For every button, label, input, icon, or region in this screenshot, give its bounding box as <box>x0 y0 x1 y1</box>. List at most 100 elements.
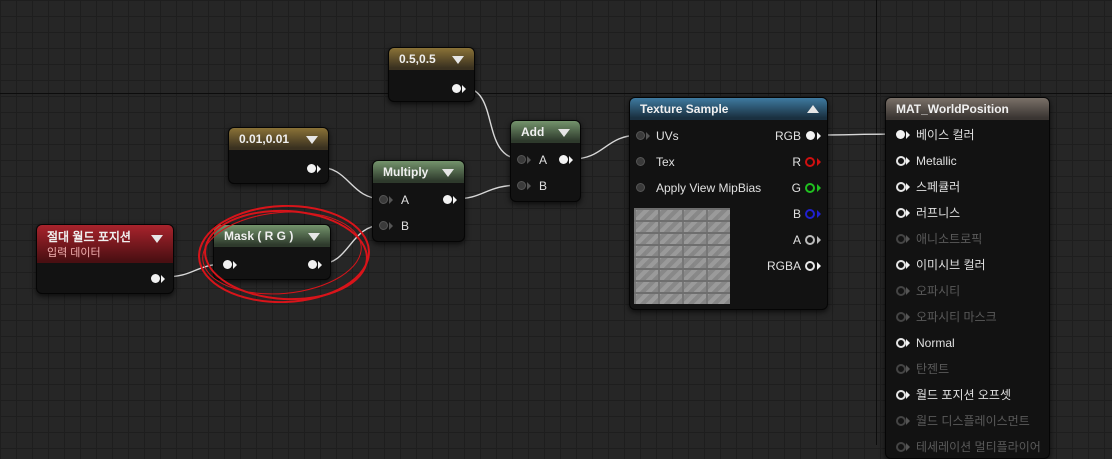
material-input-pin[interactable] <box>896 416 906 426</box>
input-pin-mipbias[interactable] <box>636 183 645 192</box>
pin-label: RGBA <box>766 259 801 273</box>
texture-sample-node[interactable]: Texture Sample UVs Tex Apply View MipBia… <box>629 97 828 310</box>
output-pin-rgba[interactable] <box>805 261 815 271</box>
pin-label: A <box>539 153 548 167</box>
output-arrow-icon <box>817 184 821 192</box>
material-input-pin[interactable] <box>896 130 905 139</box>
output-row-g[interactable]: G <box>739 181 821 195</box>
constant-node-small[interactable]: 0.01,0.01 <box>228 127 329 184</box>
material-input-pin[interactable] <box>896 182 906 192</box>
multiply-node[interactable]: Multiply A B <box>372 160 465 242</box>
input-arrow-icon <box>906 235 910 243</box>
output-arrow-icon <box>817 158 821 166</box>
node-header[interactable]: Multiply <box>373 161 464 183</box>
material-input-pin[interactable] <box>896 364 906 374</box>
pin-label: A <box>792 233 801 247</box>
output-pin[interactable] <box>452 84 461 93</box>
input-arrow-icon <box>906 131 910 139</box>
pin-label: 오파시티 마스크 <box>916 310 997 324</box>
output-row-rgb[interactable]: RGB <box>739 129 821 143</box>
output-row-b[interactable]: B <box>739 207 821 221</box>
pin-label: R <box>792 155 801 169</box>
input-arrow-icon <box>389 196 393 204</box>
input-arrow-icon <box>906 183 910 191</box>
input-pin-b[interactable] <box>517 181 526 190</box>
material-input-pin[interactable] <box>896 312 906 322</box>
material-input-pin[interactable] <box>896 208 906 218</box>
input-arrow-icon <box>906 417 910 425</box>
output-arrow-icon <box>817 132 821 140</box>
collapse-arrow-icon[interactable] <box>442 169 454 177</box>
output-pin-a[interactable] <box>805 235 815 245</box>
node-title: MAT_WorldPosition <box>896 102 1009 116</box>
collapse-arrow-icon[interactable] <box>558 129 570 137</box>
node-header[interactable]: MAT_WorldPosition <box>886 98 1049 120</box>
node-header[interactable]: 0.01,0.01 <box>229 128 328 150</box>
input-arrow-icon <box>906 339 910 347</box>
output-row-r[interactable]: R <box>739 155 821 169</box>
pin-label: Tex <box>656 155 675 169</box>
output-pin[interactable] <box>307 164 316 173</box>
output-arrow-icon <box>569 156 573 164</box>
output-arrow-icon <box>817 236 821 244</box>
input-pin-uvs[interactable] <box>636 131 645 140</box>
collapse-arrow-icon[interactable] <box>452 56 464 64</box>
pin-label: 오파시티 <box>916 284 961 298</box>
node-title: 0.01,0.01 <box>239 132 290 146</box>
pin-label: RGB <box>774 129 801 143</box>
node-header[interactable]: Add <box>511 121 580 143</box>
collapse-arrow-icon[interactable] <box>306 136 318 144</box>
input-arrow-icon <box>906 313 910 321</box>
material-input-pin[interactable] <box>896 442 906 452</box>
grid-major-line-vertical <box>876 0 877 445</box>
grid-major-line-horizontal <box>0 93 1112 94</box>
node-subtitle: 입력 데이터 <box>47 247 101 259</box>
output-pin[interactable] <box>443 195 452 204</box>
pin-label: 러프니스 <box>916 206 961 220</box>
node-title: Add <box>521 125 545 139</box>
output-row-a[interactable]: A <box>739 233 821 247</box>
input-arrow-icon <box>906 209 910 217</box>
input-arrow-icon <box>906 391 910 399</box>
pin-label: Normal <box>916 336 955 350</box>
output-pin-b[interactable] <box>805 209 815 219</box>
input-pin-a[interactable] <box>517 155 526 164</box>
output-pin[interactable] <box>559 155 568 164</box>
output-pin-rgb[interactable] <box>806 131 815 140</box>
output-pin[interactable] <box>151 274 160 283</box>
pin-label: 탄젠트 <box>916 362 950 376</box>
collapse-arrow-icon[interactable] <box>151 235 163 243</box>
input-pin-a[interactable] <box>379 195 388 204</box>
output-pin-g[interactable] <box>805 183 815 193</box>
pin-label: 베이스 컬러 <box>916 128 975 142</box>
input-arrow-icon <box>527 156 531 164</box>
pin-label: 월드 포지션 오프셋 <box>916 388 1011 402</box>
node-title: Texture Sample <box>640 102 729 116</box>
collapse-arrow-icon[interactable] <box>807 105 819 113</box>
add-node[interactable]: Add A B <box>510 120 581 202</box>
input-pin-tex[interactable] <box>636 157 645 166</box>
material-input-pin[interactable] <box>896 338 906 348</box>
absolute-world-position-node[interactable]: 절대 월드 포지션 입력 데이터 <box>36 224 174 294</box>
output-arrow-icon <box>317 165 321 173</box>
input-arrow-icon <box>906 287 910 295</box>
material-input-pin[interactable] <box>896 286 906 296</box>
material-input-pin[interactable] <box>896 260 906 270</box>
node-header[interactable]: Texture Sample <box>630 98 827 120</box>
pin-label: B <box>401 219 410 233</box>
output-arrow-icon <box>817 262 821 270</box>
input-arrow-icon <box>906 261 910 269</box>
material-input-pin[interactable] <box>896 390 906 400</box>
constant-node-half[interactable]: 0.5,0.5 <box>388 47 475 102</box>
output-pin-r[interactable] <box>805 157 815 167</box>
output-arrow-icon <box>453 196 457 204</box>
material-result-node[interactable]: MAT_WorldPosition 베이스 컬러 Metallic 스페큘러 러프니스… <box>885 97 1050 459</box>
material-input-pin[interactable] <box>896 234 906 244</box>
pin-label: UVs <box>656 129 679 143</box>
material-input-pin[interactable] <box>896 156 906 166</box>
node-header[interactable]: 절대 월드 포지션 입력 데이터 <box>37 225 173 263</box>
input-pin-b[interactable] <box>379 221 388 230</box>
node-header[interactable]: 0.5,0.5 <box>389 48 474 70</box>
pin-label: G <box>791 181 801 195</box>
output-row-rgba[interactable]: RGBA <box>739 259 821 273</box>
